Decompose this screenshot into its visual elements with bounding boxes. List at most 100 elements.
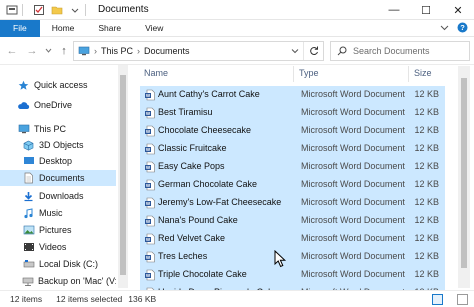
file-row[interactable]: W Nana's Pound Cake Microsoft Word Docum…	[140, 212, 445, 230]
ribbon-tabs: File Home Share View ?	[0, 19, 474, 37]
sidebar-item-downloads[interactable]: Downloads	[0, 188, 116, 204]
file-name: Triple Chocolate Cake	[158, 269, 247, 279]
file-name: Easy Cake Pops	[158, 161, 225, 171]
item-count: 12 items	[10, 294, 43, 304]
forward-button[interactable]: →	[24, 43, 40, 59]
toolbar-divider	[22, 3, 23, 16]
search-icon	[337, 46, 347, 56]
column-divider[interactable]	[293, 66, 294, 82]
search-input[interactable]: Search Documents	[330, 41, 470, 61]
up-button[interactable]: ↑	[56, 43, 72, 59]
cube-icon	[22, 139, 35, 151]
file-name: Nana's Pound Cake	[158, 215, 238, 225]
properties-icon[interactable]	[33, 4, 45, 16]
file-name: Jeremy's Low-Fat Cheesecake	[158, 197, 282, 207]
window-controls: — ☐ ✕	[378, 0, 474, 20]
computer-icon	[17, 123, 30, 135]
quick-access-toolbar-icon[interactable]	[6, 4, 18, 16]
file-size: 12 KB	[414, 107, 439, 117]
file-row[interactable]: W Red Velvet Cake Microsoft Word Documen…	[140, 230, 445, 248]
sidebar-item-3d-objects[interactable]: 3D Objects	[0, 137, 116, 153]
sidebar-item-music[interactable]: Music	[0, 205, 116, 221]
view-toggle	[422, 294, 468, 305]
address-dropdown-icon[interactable]	[291, 47, 299, 57]
file-type: Microsoft Word Document	[301, 269, 405, 279]
file-row[interactable]: W Chocolate Cheesecake Microsoft Word Do…	[140, 122, 445, 140]
large-icons-view-icon[interactable]	[457, 294, 468, 305]
file-size: 12 KB	[414, 143, 439, 153]
file-type: Microsoft Word Document	[301, 89, 405, 99]
help-icon[interactable]: ?	[457, 22, 468, 35]
details-view-icon[interactable]	[432, 294, 443, 305]
network-drive-icon	[22, 275, 34, 287]
sidebar-item-videos[interactable]: Videos	[0, 239, 116, 255]
cloud-icon	[17, 99, 30, 111]
tab-home[interactable]: Home	[40, 20, 87, 37]
file-row[interactable]: W Triple Chocolate Cake Microsoft Word D…	[140, 266, 445, 284]
selected-count: 12 items selected	[56, 294, 123, 304]
sidebar-item-backup-mac[interactable]: Backup on 'Mac' (V:)	[0, 273, 116, 289]
back-button[interactable]: ←	[4, 43, 20, 59]
file-row[interactable]: W Easy Cake Pops Microsoft Word Document…	[140, 158, 445, 176]
column-header-type[interactable]: Type	[299, 68, 319, 78]
column-header-size[interactable]: Size	[414, 68, 432, 78]
file-type: Microsoft Word Document	[301, 197, 405, 207]
file-list-scroll-thumb[interactable]	[461, 78, 467, 268]
sidebar-item-onedrive[interactable]: OneDrive	[0, 97, 116, 113]
column-divider[interactable]	[408, 66, 409, 82]
word-document-icon: W	[145, 89, 155, 101]
file-name: Classic Fruitcake	[158, 143, 227, 153]
close-button[interactable]: ✕	[442, 0, 474, 20]
sidebar-item-label: Pictures	[39, 225, 72, 235]
refresh-button[interactable]	[303, 42, 323, 60]
minimize-button[interactable]: —	[378, 0, 410, 20]
file-row[interactable]: W Tres Leches Microsoft Word Document 12…	[140, 248, 445, 266]
tab-share[interactable]: Share	[86, 20, 133, 37]
tab-file[interactable]: File	[0, 19, 40, 37]
file-row[interactable]: W Jeremy's Low-Fat Cheesecake Microsoft …	[140, 194, 445, 212]
word-document-icon: W	[145, 125, 155, 137]
file-row[interactable]: W Best Tiramisu Microsoft Word Document …	[140, 104, 445, 122]
word-document-icon: W	[145, 107, 155, 119]
file-size: 12 KB	[414, 251, 439, 261]
breadcrumb-this-pc[interactable]: This PC	[101, 46, 133, 56]
expand-ribbon-icon[interactable]	[440, 23, 449, 34]
file-row[interactable]: W Classic Fruitcake Microsoft Word Docum…	[140, 140, 445, 158]
sidebar-item-pictures[interactable]: Pictures	[0, 222, 116, 238]
sidebar-item-desktop[interactable]: Desktop	[0, 153, 116, 169]
word-document-icon: W	[145, 197, 155, 209]
word-document-icon: W	[145, 179, 155, 191]
file-size: 12 KB	[414, 89, 439, 99]
sidebar-item-label: Quick access	[34, 80, 88, 90]
sidebar-item-label: 3D Objects	[39, 140, 84, 150]
file-name: Aunt Cathy's Carrot Cake	[158, 89, 260, 99]
nav-scroll-thumb[interactable]	[120, 75, 126, 275]
sidebar-item-documents[interactable]: Documents	[0, 170, 116, 186]
sidebar-item-label: Backup on 'Mac' (V:)	[38, 276, 116, 286]
tab-view[interactable]: View	[133, 20, 175, 37]
column-header-name[interactable]: Name	[144, 68, 168, 78]
file-size: 12 KB	[414, 215, 439, 225]
disk-icon	[22, 258, 35, 270]
breadcrumb-documents[interactable]: Documents	[144, 46, 190, 56]
sidebar-item-this-pc[interactable]: This PC	[0, 121, 116, 137]
word-document-icon: W	[145, 143, 155, 155]
word-document-icon: W	[145, 215, 155, 227]
sidebar-item-local-disk[interactable]: Local Disk (C:)	[0, 256, 116, 272]
nav-scrollbar[interactable]	[118, 65, 128, 288]
search-placeholder: Search Documents	[353, 46, 430, 56]
file-type: Microsoft Word Document	[301, 143, 405, 153]
file-list-scrollbar[interactable]	[458, 66, 470, 288]
file-row[interactable]: W German Chocolate Cake Microsoft Word D…	[140, 176, 445, 194]
new-folder-icon[interactable]	[51, 4, 63, 16]
title-bar: Documents — ☐ ✕	[0, 0, 474, 20]
word-document-icon: W	[145, 269, 155, 281]
sidebar-item-quick-access[interactable]: Quick access	[0, 77, 116, 93]
file-row[interactable]: W Aunt Cathy's Carrot Cake Microsoft Wor…	[140, 86, 445, 104]
maximize-button[interactable]: ☐	[410, 0, 442, 20]
address-bar[interactable]: › This PC › Documents	[73, 41, 324, 61]
sidebar-item-label: Documents	[39, 173, 85, 183]
recent-locations-icon[interactable]	[44, 43, 52, 59]
customize-toolbar-icon[interactable]	[69, 4, 81, 16]
selected-size: 136 KB	[128, 294, 157, 304]
